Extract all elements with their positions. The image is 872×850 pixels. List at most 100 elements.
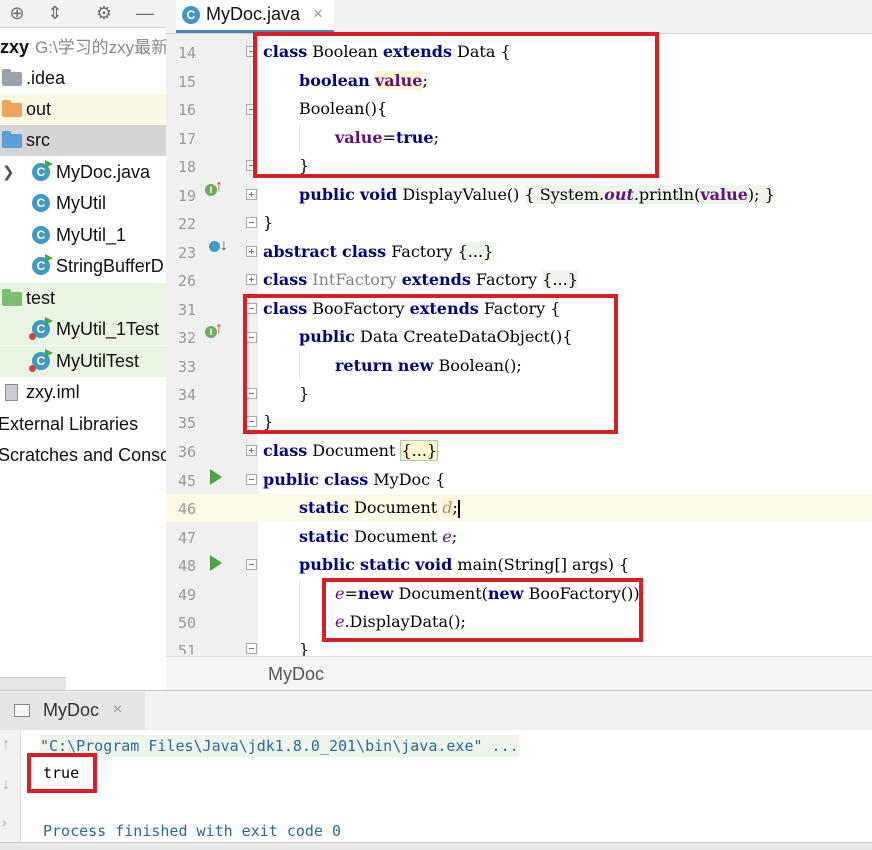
tree-item-test[interactable]: test (0, 283, 166, 314)
tree-item-out[interactable]: out (0, 94, 166, 125)
tree-item-idea[interactable]: .idea (0, 63, 166, 94)
code-line-36: class Document {...} (263, 440, 439, 461)
run-icon[interactable] (210, 555, 222, 571)
code-token: class (324, 470, 369, 489)
line-number: 23 (177, 244, 196, 262)
fold-marker[interactable] (246, 474, 257, 485)
code-token: ); } (747, 185, 775, 204)
breadcrumb-class[interactable]: MyDoc (268, 664, 324, 685)
line-number: 51 (177, 642, 196, 654)
tree-item-scratches[interactable]: Scratches and Conso (0, 440, 166, 471)
code-token: public (299, 185, 355, 204)
code-token: public (299, 555, 355, 574)
project-scrollbar[interactable] (0, 677, 66, 690)
tree-label: .idea (26, 68, 66, 88)
test-class-icon: C (29, 317, 53, 340)
gear-icon[interactable]: ⚙ (93, 2, 115, 24)
code-token: d (442, 498, 453, 517)
highlight-box-main-calls (322, 578, 643, 642)
line-number: 14 (177, 44, 196, 62)
up-arrow-icon[interactable]: ↑ (2, 736, 10, 754)
locate-icon[interactable]: ⊕ (6, 2, 28, 24)
tree-item-myutil1test[interactable]: C MyUtil_1Test (0, 314, 166, 345)
code-token: IntFactory (312, 270, 397, 289)
fold-marker[interactable] (246, 217, 257, 228)
code-token: class (263, 270, 308, 289)
root-name: zxy (0, 37, 30, 57)
code-token: value (700, 185, 748, 204)
line-number: 49 (177, 586, 196, 604)
collapse-all-icon[interactable]: ⇕ (44, 2, 66, 24)
fold-expand-marker[interactable] (246, 189, 257, 200)
tree-item-myutil1[interactable]: C MyUtil_1 (0, 220, 166, 251)
tree-label: out (26, 99, 52, 119)
code-line-23: abstract class Factory {...} (263, 242, 494, 261)
override-arrow-icon[interactable]: ↑ (215, 178, 223, 196)
root-path: G:\学习的zxy最新 (35, 38, 167, 57)
project-panel: ⊕ ⇕ ⚙ — zxy G:\学习的zxy最新 .idea out src ❯ … (0, 0, 167, 690)
line-number: 33 (177, 358, 196, 376)
close-icon[interactable]: × (313, 4, 323, 24)
fold-expand-marker[interactable] (246, 445, 257, 456)
tree-item-mydoc[interactable]: ❯ C MyDoc.java (0, 157, 166, 188)
code-token: void (415, 555, 453, 574)
tree-label: src (26, 130, 50, 150)
folded-region[interactable]: {...} (457, 242, 494, 261)
code-token: public (263, 470, 319, 489)
wrap-icon[interactable]: › (2, 814, 7, 830)
folded-region[interactable]: {...} (400, 440, 439, 461)
line-number: 19 (177, 187, 196, 205)
current-line-highlight (166, 494, 872, 522)
breadcrumb[interactable]: MyDoc (166, 656, 872, 691)
line-number: 22 (177, 215, 196, 233)
line-number: 16 (177, 101, 196, 119)
code-token: { System. (524, 185, 605, 204)
code-token: Document (348, 527, 443, 546)
run-tab-mydoc[interactable]: MyDoc × (0, 692, 145, 730)
implemented-by-icon[interactable] (209, 241, 220, 252)
tree-item-iml[interactable]: zxy.iml (0, 377, 166, 408)
tree-label: MyDoc.java (56, 162, 151, 182)
code-token: } (299, 640, 310, 656)
highlight-box-boolean-class (253, 32, 659, 178)
java-class-icon: C (32, 194, 50, 212)
folder-icon (2, 69, 22, 86)
run-tab-label: MyDoc (43, 700, 100, 720)
line-number: 50 (177, 614, 196, 632)
code-line-51-clip: } (258, 640, 872, 656)
code-token: Document (348, 498, 443, 517)
java-class-icon: C (182, 6, 200, 24)
code-line-26: class IntFactory extends Factory {...} (263, 270, 578, 289)
tree-item-stringbuffer[interactable]: C StringBufferD (0, 251, 166, 282)
tree-item-external-libraries[interactable]: External Libraries (0, 409, 166, 440)
tree-item-myutil[interactable]: C MyUtil (0, 188, 166, 219)
run-icon[interactable] (210, 469, 222, 485)
tree-label: zxy.iml (26, 382, 80, 402)
text-cursor (457, 499, 460, 518)
code-token: Factory (386, 242, 458, 261)
tree-root[interactable]: zxy G:\学习的zxy最新 (0, 32, 166, 63)
fold-marker[interactable] (246, 643, 257, 654)
test-folder-icon (2, 289, 22, 306)
line-number: 36 (177, 443, 196, 461)
down-arrow-icon[interactable]: ↓ (2, 776, 10, 794)
down-arrow-icon[interactable]: ↓ (220, 237, 228, 255)
code-line-22: } (263, 213, 273, 232)
fold-expand-marker[interactable] (246, 246, 257, 257)
test-class-icon: C (29, 349, 53, 372)
expand-arrow-icon[interactable]: ❯ (2, 157, 15, 188)
java-class-icon: C (32, 160, 53, 181)
console-command: "C:\Program Files\Java\jdk1.8.0_201\bin\… (40, 737, 519, 755)
folded-region[interactable]: {...} (542, 270, 578, 289)
fold-expand-marker[interactable] (246, 274, 257, 285)
fold-marker[interactable] (246, 559, 257, 570)
hide-icon[interactable]: — (134, 2, 156, 24)
code-token: e (442, 527, 452, 546)
override-arrow-icon[interactable]: ↑ (215, 320, 223, 338)
tree-item-src[interactable]: src (0, 125, 166, 156)
tab-label: MyDoc.java (206, 4, 301, 24)
close-icon[interactable]: × (113, 701, 122, 719)
tab-mydoc-java[interactable]: C MyDoc.java × (176, 0, 334, 33)
line-number: 26 (177, 272, 196, 290)
tree-item-myutiltest[interactable]: C MyUtilTest (0, 346, 166, 377)
